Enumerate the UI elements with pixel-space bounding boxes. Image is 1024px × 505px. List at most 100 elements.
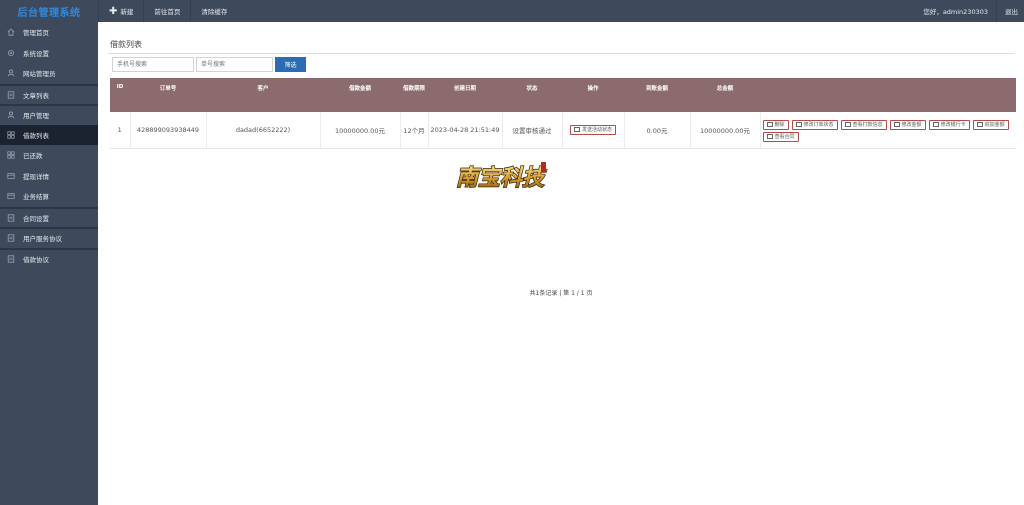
phone-search-input[interactable] [112, 57, 194, 72]
sidebar-item-label: 网站管理员 [23, 70, 56, 79]
button-label: 追加金额 [984, 122, 1005, 129]
col-customer: 客户 [257, 86, 269, 92]
sidebar-item-service-agreement[interactable]: 用户服务协议 [0, 227, 98, 248]
title-divider [108, 53, 1014, 54]
card-icon [7, 192, 15, 200]
view-payment-info-button[interactable]: 查看打款信息 [840, 119, 887, 130]
pagination-info: 共1条记录 | 第 1 / 1 页 [529, 290, 593, 297]
card-icon [7, 172, 15, 180]
sidebar-item-system-settings[interactable]: 系统设置 [0, 43, 98, 64]
user-icon [7, 69, 15, 77]
button-label: 查看合同 [774, 134, 795, 141]
app-brand[interactable]: 后台管理系统 [0, 0, 98, 22]
new-button[interactable]: ✚ 新建 [98, 0, 143, 22]
send-activity-status-button[interactable]: 发送活动状态 [569, 124, 616, 135]
cell-id: 1 [110, 112, 131, 149]
brand-logo: 南宝科技 [455, 162, 548, 192]
sidebar-item-label: 提现详情 [23, 172, 49, 181]
delete-button[interactable]: 删除 [762, 119, 789, 130]
go-home-link[interactable]: 前往首页 [143, 0, 190, 22]
cell-received: 0.00元 [624, 112, 691, 149]
sidebar-item-label: 用户管理 [23, 112, 49, 121]
edit-icon [795, 122, 802, 128]
cell-status: 设置审核通过 [502, 112, 563, 149]
sidebar-item-articles[interactable]: 文章列表 [0, 83, 98, 105]
cell-amount: 10000000.00元 [320, 112, 401, 149]
edit-icon [932, 122, 939, 128]
grid-icon [7, 151, 15, 159]
col-operation: 操作 [587, 86, 599, 92]
home-icon [7, 28, 15, 36]
col-order-no: 订单号 [159, 86, 177, 92]
button-label: 删除 [774, 122, 785, 129]
cell-total: 10000000.00元 [690, 112, 761, 149]
card-icon [766, 134, 773, 140]
edit-order-status-button[interactable]: 修改订单状态 [791, 119, 838, 130]
logout-link[interactable]: 退出 [997, 0, 1024, 22]
col-total: 总金额 [716, 86, 734, 92]
logo-text: 南宝科技 [456, 165, 547, 191]
table-header-row: ID 订单号 客户 借款金额 借款期限 创建日期 状态 操作 到账金额 总金额 [110, 78, 1016, 112]
sidebar-item-label: 合同设置 [23, 214, 49, 223]
document-icon [7, 214, 15, 222]
user-area: 您好，admin230303 退出 [915, 0, 1024, 22]
button-label: 修改金额 [901, 122, 922, 129]
document-icon [7, 91, 15, 99]
seal-icon [541, 162, 546, 172]
col-id: ID [116, 84, 124, 90]
grid-icon [7, 131, 15, 139]
loan-table: ID 订单号 客户 借款金额 借款期限 创建日期 状态 操作 到账金额 总金额 … [110, 78, 1016, 149]
col-actions [760, 78, 1016, 112]
sidebar-item-label: 借款列表 [23, 131, 49, 140]
edit-icon [893, 122, 900, 128]
cell-term: 12个月 [400, 112, 429, 149]
sidebar-item-label: 文章列表 [23, 91, 49, 100]
sidebar-item-site-admins[interactable]: 网站管理员 [0, 63, 98, 84]
add-amount-button[interactable]: 追加金额 [972, 119, 1009, 130]
button-label: 修改订单状态 [803, 122, 834, 129]
col-created: 创建日期 [453, 86, 476, 92]
sidebar-item-settlement[interactable]: 业务结算 [0, 186, 98, 207]
sidebar-item-dashboard[interactable]: 管理首页 [0, 22, 98, 43]
sidebar-item-label: 用户服务协议 [23, 235, 62, 244]
edit-bank-card-button[interactable]: 修改银行卡 [928, 119, 970, 130]
cell-customer: dadad(6652222) [206, 112, 321, 149]
col-amount: 借款金额 [348, 86, 371, 92]
row-actions: 删除 修改订单状态 查看打款信息 修改金额 修改银行卡 追加金额 查看合同 [761, 118, 1017, 142]
sidebar-item-users[interactable]: 用户管理 [0, 104, 98, 125]
edit-icon [976, 122, 983, 128]
document-icon [7, 255, 15, 263]
page-title: 借款列表 [110, 40, 142, 49]
cell-order-no: 428899093938449 [130, 112, 207, 149]
sidebar-item-label: 管理首页 [23, 29, 49, 38]
main-content: 借款列表 筛选 ID 订单号 客户 借款金额 借款期限 创建日期 状态 操作 到… [98, 22, 1024, 505]
user-icon [7, 111, 15, 119]
clear-cache-link[interactable]: 清除缓存 [190, 0, 237, 22]
plus-icon: ✚ [109, 5, 118, 17]
button-label: 查看打款信息 [852, 122, 883, 129]
card-icon [573, 127, 580, 133]
sidebar-item-withdrawals[interactable]: 提现详情 [0, 166, 98, 187]
cell-actions: 删除 修改订单状态 查看打款信息 修改金额 修改银行卡 追加金额 查看合同 [760, 112, 1017, 149]
sidebar-item-loan-agreement[interactable]: 借款协议 [0, 247, 98, 269]
sidebar-item-contract-settings[interactable]: 合同设置 [0, 206, 98, 228]
sidebar-item-label: 业务结算 [23, 193, 49, 202]
user-greeting[interactable]: 您好，admin230303 [915, 0, 997, 22]
new-label: 新建 [120, 8, 134, 16]
edit-amount-button[interactable]: 修改金额 [889, 119, 926, 130]
card-icon [844, 122, 851, 128]
sidebar-item-label: 已还款 [23, 152, 43, 161]
search-bar: 筛选 [112, 57, 306, 72]
order-search-input[interactable] [196, 57, 273, 72]
gear-icon [7, 49, 15, 57]
col-term: 借款期限 [402, 86, 425, 92]
button-label: 修改银行卡 [940, 122, 966, 129]
view-contract-button[interactable]: 查看合同 [762, 131, 799, 142]
filter-button[interactable]: 筛选 [275, 57, 306, 72]
button-label: 发送活动状态 [581, 127, 612, 134]
document-icon [7, 234, 15, 242]
cell-operation: 发送活动状态 [562, 112, 625, 149]
sidebar-item-repaid[interactable]: 已还款 [0, 145, 98, 166]
sidebar-item-loans[interactable]: 借款列表 [0, 124, 98, 145]
sidebar: 管理首页 系统设置 网站管理员 文章列表 用户管理 借款列表 已还款 提现详情 … [0, 22, 98, 505]
